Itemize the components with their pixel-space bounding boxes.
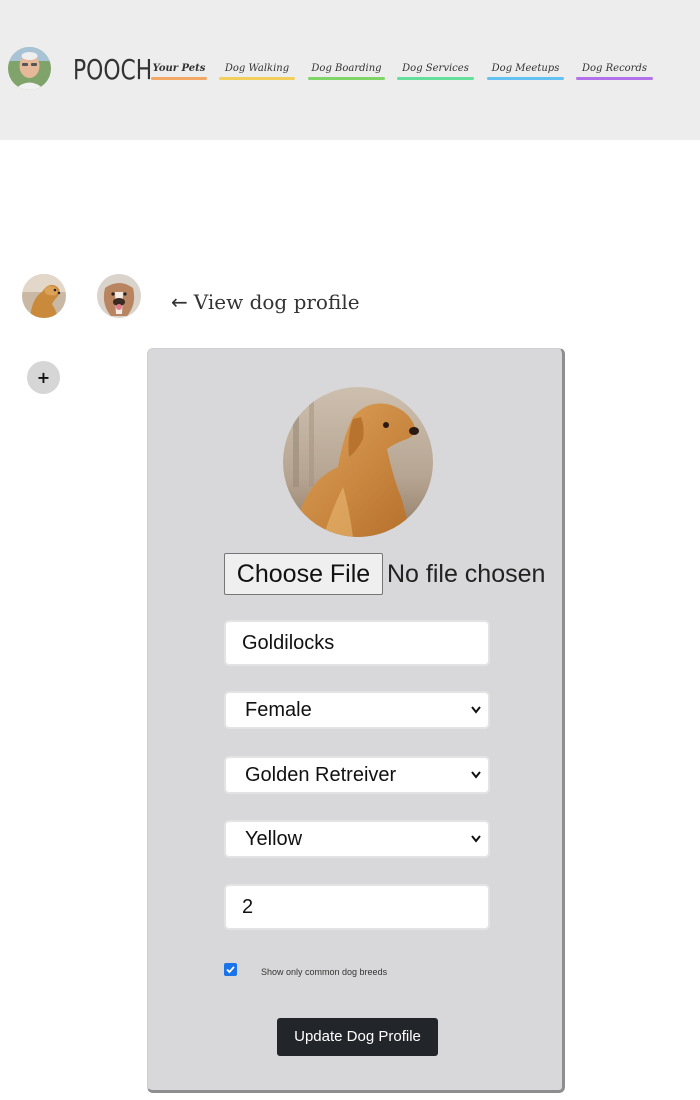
nav-label: Dog Services <box>402 63 469 74</box>
dog-breed-select[interactable]: Golden Retreiver <box>224 756 490 794</box>
back-arrow-icon: ← <box>171 290 188 314</box>
nav-underline <box>219 77 295 80</box>
dog-color-select[interactable]: Yellow <box>224 820 490 858</box>
nav-dog-services[interactable]: Dog Services <box>397 61 474 80</box>
chevron-down-icon <box>471 835 481 843</box>
nav-underline <box>487 77 564 80</box>
dog-sex-value: Female <box>245 699 312 721</box>
chevron-down-icon <box>471 771 481 779</box>
nav-label: Dog Meetups <box>491 63 560 74</box>
common-breeds-checkbox[interactable] <box>224 963 237 976</box>
nav-dog-records[interactable]: Dog Records <box>576 61 653 80</box>
nav-label: Dog Records <box>582 63 647 74</box>
nav-underline <box>308 77 385 80</box>
nav-underline <box>151 77 207 80</box>
nav-label: Your Pets <box>152 63 206 74</box>
checkmark-icon <box>226 966 235 974</box>
nav-label: Dog Boarding <box>311 63 382 74</box>
nav-underline <box>576 77 653 80</box>
pet-thumb-golden-retriever[interactable] <box>22 274 66 318</box>
view-dog-profile-link[interactable]: ← View dog profile <box>171 288 360 316</box>
top-header: POOCH Your Pets Dog Walking Dog Boarding… <box>0 0 700 140</box>
view-profile-label: View dog profile <box>193 290 360 314</box>
add-pet-button[interactable]: + <box>27 361 60 394</box>
boxer-thumb-image <box>97 274 141 318</box>
dog-sex-select[interactable]: Female <box>224 691 490 729</box>
nav-dog-meetups[interactable]: Dog Meetups <box>487 61 564 80</box>
nav-dog-boarding[interactable]: Dog Boarding <box>308 61 385 80</box>
nav-label: Dog Walking <box>224 63 290 74</box>
choose-file-button[interactable]: Choose File <box>224 553 383 595</box>
pet-thumb-boxer[interactable] <box>97 274 141 318</box>
golden-retriever-thumb-image <box>22 274 66 318</box>
nav-underline <box>397 77 474 80</box>
brand-logo[interactable]: POOCH <box>73 52 152 88</box>
dog-profile-photo <box>283 387 433 537</box>
golden-retriever-photo <box>283 387 433 537</box>
dog-color-value: Yellow <box>245 828 303 850</box>
chevron-down-icon <box>471 706 481 714</box>
nav-dog-walking[interactable]: Dog Walking <box>219 61 295 80</box>
update-dog-profile-button[interactable]: Update Dog Profile <box>277 1018 438 1056</box>
file-status-text: No file chosen <box>387 560 546 588</box>
dog-age-input[interactable]: 2 <box>224 884 490 930</box>
dog-breed-value: Golden Retreiver <box>245 764 397 786</box>
user-avatar-image <box>8 47 51 90</box>
dog-name-input[interactable]: Goldilocks <box>224 620 490 666</box>
user-avatar[interactable] <box>8 47 51 90</box>
common-breeds-label: Show only common dog breeds <box>261 967 388 977</box>
nav-your-pets[interactable]: Your Pets <box>151 61 207 80</box>
